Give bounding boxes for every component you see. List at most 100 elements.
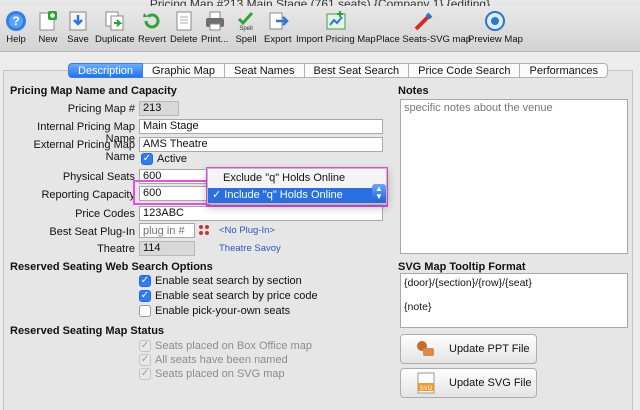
holds-online-dropdown-menu: Exclude "q" Holds Online ✓ Include "q" H… bbox=[207, 168, 387, 204]
update-ppt-label: Update PPT File bbox=[449, 343, 530, 355]
tab-best-seat-search[interactable]: Best Seat Search bbox=[304, 63, 410, 78]
place-seats-icon bbox=[414, 12, 432, 31]
place-seats-svg-map-button[interactable]: Place Seats-SVG map bbox=[376, 10, 471, 45]
svg-text:Spell: Spell bbox=[239, 26, 252, 32]
status-svg-map-checkbox: ✓ Seats placed on SVG map bbox=[139, 368, 285, 380]
empty-checkbox-icon bbox=[139, 305, 151, 317]
check-icon: ✓ bbox=[139, 290, 151, 302]
print-icon bbox=[205, 11, 224, 31]
revert-label: Revert bbox=[138, 34, 166, 45]
print-button[interactable]: Print... bbox=[201, 10, 228, 45]
export-button[interactable]: Export bbox=[264, 10, 291, 45]
active-label: Active bbox=[157, 153, 187, 165]
revert-button[interactable]: Revert bbox=[138, 10, 166, 45]
svg-tooltip-title: SVG Map Tooltip Format bbox=[398, 261, 526, 273]
print-label: Print... bbox=[201, 34, 229, 45]
tab-performances[interactable]: Performances bbox=[520, 63, 608, 78]
plugin-input[interactable] bbox=[139, 223, 195, 238]
delete-icon bbox=[176, 11, 192, 31]
check-icon: ✓ bbox=[139, 340, 151, 352]
status-seats-named-checkbox: ✓ All seats have been named bbox=[139, 354, 288, 366]
price-codes-label: Price Codes bbox=[75, 208, 135, 220]
toolbar: ? Help New Save Duplicate Revert Delete … bbox=[0, 6, 640, 52]
duplicate-icon bbox=[105, 11, 124, 31]
preview-map-label: Preview Map bbox=[468, 34, 523, 45]
theatre-label: Theatre bbox=[97, 243, 135, 255]
option-exclude-holds[interactable]: Exclude "q" Holds Online bbox=[208, 171, 386, 186]
tab-graphic-map[interactable]: Graphic Map bbox=[143, 63, 226, 78]
import-pricing-map-button[interactable]: Import Pricing Map bbox=[296, 10, 376, 45]
tab-description[interactable]: Description bbox=[68, 63, 144, 78]
active-checkbox[interactable]: ✓ Active bbox=[141, 153, 187, 165]
section-title-map-status: Reserved Seating Map Status bbox=[10, 325, 165, 337]
search-by-price-code-label: Enable seat search by price code bbox=[155, 290, 318, 302]
export-icon bbox=[269, 12, 289, 30]
active-check-icon: ✓ bbox=[141, 153, 153, 165]
save-label: Save bbox=[67, 34, 89, 45]
tab-bar: Description Graphic Map Seat Names Best … bbox=[68, 63, 608, 78]
notes-textarea[interactable]: specific notes about the venue bbox=[400, 99, 628, 254]
tab-price-code-search[interactable]: Price Code Search bbox=[409, 63, 521, 78]
place-seats-svg-map-label: Place Seats-SVG map bbox=[376, 34, 472, 45]
search-by-section-label: Enable seat search by section bbox=[155, 275, 302, 287]
new-icon bbox=[39, 11, 57, 31]
import-pricing-map-label: Import Pricing Map bbox=[296, 34, 376, 45]
plugin-link[interactable]: <No Plug-In> bbox=[219, 225, 275, 236]
svg-text:?: ? bbox=[12, 14, 19, 28]
svg-tooltip-textarea[interactable]: {door}/{section}/{row}/{seat} {note} bbox=[400, 273, 628, 328]
tab-seat-names[interactable]: Seat Names bbox=[225, 63, 305, 78]
status-box-office-label: Seats placed on Box Office map bbox=[155, 340, 312, 352]
update-svg-label: Update SVG File bbox=[449, 377, 532, 389]
help-icon: ? bbox=[6, 11, 26, 31]
new-label: New bbox=[38, 34, 58, 45]
plugin-label: Best Seat Plug-In bbox=[49, 226, 135, 238]
theatre-field: 114 bbox=[139, 241, 195, 256]
external-name-label: External Pricing Map Name bbox=[33, 139, 136, 163]
notes-title: Notes bbox=[398, 85, 429, 97]
help-button[interactable]: ? Help bbox=[5, 10, 27, 45]
ppt-file-icon bbox=[417, 341, 434, 356]
preview-map-button[interactable]: Preview Map bbox=[468, 10, 523, 45]
delete-button[interactable]: Delete bbox=[170, 10, 197, 45]
save-icon bbox=[69, 11, 87, 31]
notes-text: specific notes about the venue bbox=[404, 102, 553, 114]
duplicate-button[interactable]: Duplicate bbox=[95, 10, 135, 45]
new-button[interactable]: New bbox=[37, 10, 59, 45]
spell-button[interactable]: Spell Spell bbox=[235, 10, 257, 45]
search-by-section-checkbox[interactable]: ✓ Enable seat search by section bbox=[139, 275, 302, 287]
theatre-link[interactable]: Theatre Savoy bbox=[219, 243, 281, 254]
pricing-map-number-label: Pricing Map # bbox=[67, 103, 135, 115]
check-icon: ✓ bbox=[139, 368, 151, 380]
check-icon: ✓ bbox=[139, 275, 151, 287]
internal-name-input[interactable]: Main Stage bbox=[139, 119, 383, 134]
spell-label: Spell bbox=[235, 34, 257, 45]
duplicate-label: Duplicate bbox=[95, 34, 135, 45]
update-svg-button[interactable]: SVG Update SVG File bbox=[400, 368, 537, 398]
section-title-pricing-map: Pricing Map Name and Capacity bbox=[10, 85, 177, 97]
pick-your-own-label: Enable pick-your-own seats bbox=[155, 305, 291, 317]
preview-map-icon bbox=[485, 11, 506, 31]
tooltip-line-2: {note} bbox=[404, 301, 432, 313]
update-ppt-button[interactable]: Update PPT File bbox=[400, 334, 537, 364]
dropdown-arrow-icon[interactable]: ▲ ▼ bbox=[372, 184, 386, 202]
save-button[interactable]: Save bbox=[67, 10, 89, 45]
plugin-lookup-icon[interactable] bbox=[198, 224, 210, 236]
svg-text:SVG: SVG bbox=[420, 386, 433, 392]
delete-label: Delete bbox=[170, 34, 198, 45]
selected-check-icon: ✓ bbox=[212, 189, 222, 201]
export-label: Export bbox=[264, 34, 292, 45]
check-icon: ✓ bbox=[139, 354, 151, 366]
section-title-web-search: Reserved Seating Web Search Options bbox=[10, 261, 213, 273]
pricing-map-number-field: 213 bbox=[139, 101, 179, 116]
import-map-icon bbox=[326, 11, 346, 30]
help-label: Help bbox=[6, 34, 26, 45]
reporting-capacity-label: Reporting Capacity bbox=[41, 189, 135, 201]
option-include-holds[interactable]: ✓ Include "q" Holds Online bbox=[208, 188, 386, 203]
tooltip-line-1: {door}/{section}/{row}/{seat} bbox=[404, 277, 532, 289]
search-by-price-code-checkbox[interactable]: ✓ Enable seat search by price code bbox=[139, 290, 318, 302]
external-name-input[interactable]: AMS Theatre bbox=[139, 137, 383, 152]
svg-file-icon: SVG bbox=[417, 372, 435, 394]
price-codes-input[interactable]: 123ABC bbox=[139, 206, 383, 221]
physical-seats-label: Physical Seats bbox=[62, 171, 135, 183]
pick-your-own-checkbox[interactable]: Enable pick-your-own seats bbox=[139, 305, 290, 317]
